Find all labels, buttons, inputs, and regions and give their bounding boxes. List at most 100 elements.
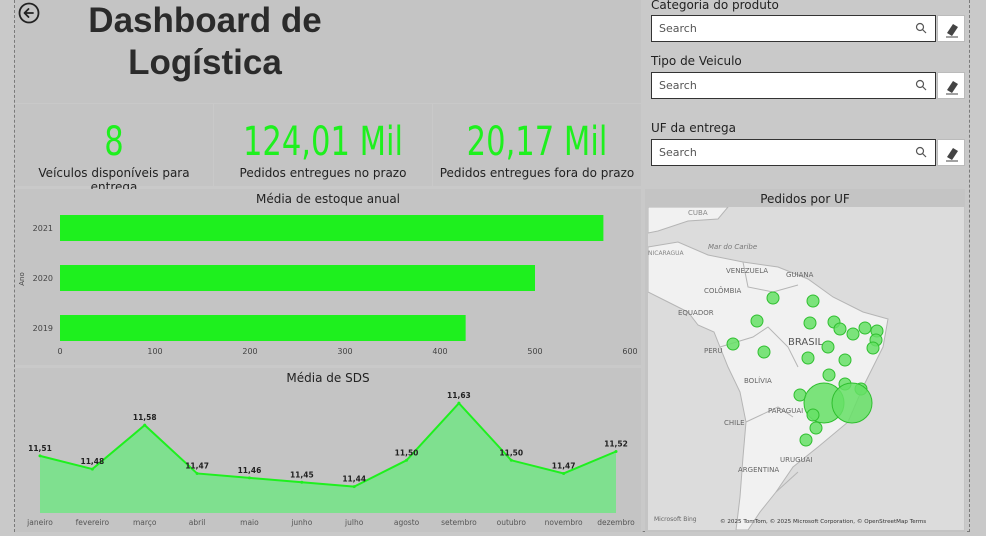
data-label: 11,47 [552,461,576,470]
map-label: COLÔMBIA [704,286,741,295]
x-tick-label: março [133,518,157,527]
slicer-label-category: Categoria do produto [651,0,779,12]
uf-bubble [821,340,835,354]
search-placeholder: Search [659,22,697,35]
data-point [247,476,251,480]
kpi-label: Pedidos entregues no prazo [239,166,407,180]
map-label: GUIANA [786,271,814,279]
uf-bubble [757,345,771,359]
uf-bubble [799,433,813,447]
data-label: 11,50 [499,448,523,457]
kpi-card-vehicles: 8 Veículos disponíveis para entrega [15,104,213,194]
bing-logo: Microsoft Bing [654,516,697,523]
data-label: 11,63 [447,391,471,400]
uf-bubble [806,294,820,308]
data-label: 11,48 [80,457,104,466]
data-point [562,471,566,475]
slicer-label-uf: UF da entrega [651,121,737,135]
data-point [90,467,94,471]
data-point [143,423,147,427]
x-tick-label: novembro [545,518,583,527]
y-tick-label: 2020 [33,274,53,283]
category-search-input[interactable]: Search [651,15,936,42]
search-placeholder: Search [659,146,697,159]
uf-bubble [801,351,815,365]
stock-bar-chart: Ano 2021 2020 2019 0 100 200 300 400 500 600 [18,215,638,356]
map-label: URUGUAI [780,456,813,464]
map-title: Pedidos por UF [760,192,850,206]
data-point [300,480,304,484]
x-tick-label: dezembro [597,518,635,527]
data-point [352,485,356,489]
uf-bubble [726,337,740,351]
uf-bubble [866,341,880,355]
x-tick-label: 400 [432,347,447,356]
data-label: 11,45 [290,470,314,479]
uf-bubble [846,327,860,341]
data-point [509,458,513,462]
uf-bubble [766,291,780,305]
data-label: 11,44 [342,475,366,484]
uf-bubble [831,382,873,424]
y-tick-label: 2021 [33,224,53,233]
data-label: 11,52 [604,440,628,449]
uf-bubble [838,353,852,367]
map-label: NICARAGUA [648,250,685,257]
data-label: 11,46 [238,466,262,475]
data-point [195,471,199,475]
bar [60,265,535,291]
x-tick-label: outubro [497,518,527,527]
sds-area-chart: 11,51 janeiro 11,48 fevereiro 11,58 março 11,4… [26,391,635,527]
data-point [38,454,42,458]
uf-bubble [858,321,872,335]
x-tick-label: abril [189,518,206,527]
x-tick-label: 100 [147,347,162,356]
x-tick-label: fevereiro [76,518,110,527]
uf-bubble [806,408,820,422]
kpi-card-on-time: 124,01 Mil Pedidos entregues no prazo [214,104,432,186]
kpi-label: Pedidos entregues fora do prazo [439,166,635,180]
vehicle-type-search-input[interactable]: Search [651,72,936,99]
data-label: 11,51 [28,444,52,453]
map-label: VENEZUELA [726,267,768,275]
clear-selection-eraser-icon[interactable] [937,72,965,99]
uf-bubble [822,368,836,382]
map-label: CUBA [688,209,708,217]
x-tick-label: 600 [622,347,637,356]
data-label: 11,47 [185,461,209,470]
map-label: EQUADOR [678,309,714,317]
page-title-line1: Dashboard de [88,1,322,40]
map-attribution: © 2025 TomTom, © 2025 Microsoft Corporat… [720,518,926,525]
y-axis-label: Ano [18,272,26,286]
clear-selection-eraser-icon[interactable] [937,15,965,42]
page-title: Dashboard de Logística [40,0,370,84]
page-title-line2: Logística [128,43,282,82]
search-icon [915,79,927,91]
uf-bubble [803,316,817,330]
back-arrow-icon[interactable] [18,2,40,24]
bar [60,315,466,341]
uf-bubble [809,421,823,435]
data-label: 11,58 [133,413,157,422]
map-label: PERU [704,347,723,355]
data-label: 11,50 [395,448,419,457]
data-point [614,450,618,453]
map-label: PARAGUAI [768,407,803,415]
x-tick-label: 300 [337,347,352,356]
x-tick-label: agosto [394,518,420,527]
map-label: BOLÍVIA [744,376,772,385]
uf-search-input[interactable]: Search [651,139,936,166]
kpi-value: 8 [104,119,124,165]
uf-bubble [833,322,847,336]
x-tick-label: julho [344,518,364,527]
x-tick-label: maio [240,518,259,527]
map-label: ARGENTINA [738,466,779,474]
clear-selection-eraser-icon[interactable] [937,139,965,166]
y-tick-label: 2019 [33,324,53,333]
orders-by-uf-map[interactable]: CUBA Mar do Caribe VENEZUELA GUIANA COLÔ… [648,207,964,530]
x-tick-label: 500 [527,347,542,356]
kpi-value: 124,01 Mil [242,119,404,165]
x-tick-label: 200 [242,347,257,356]
x-tick-label: setembro [441,518,477,527]
kpi-value: 20,17 Mil [466,119,608,165]
